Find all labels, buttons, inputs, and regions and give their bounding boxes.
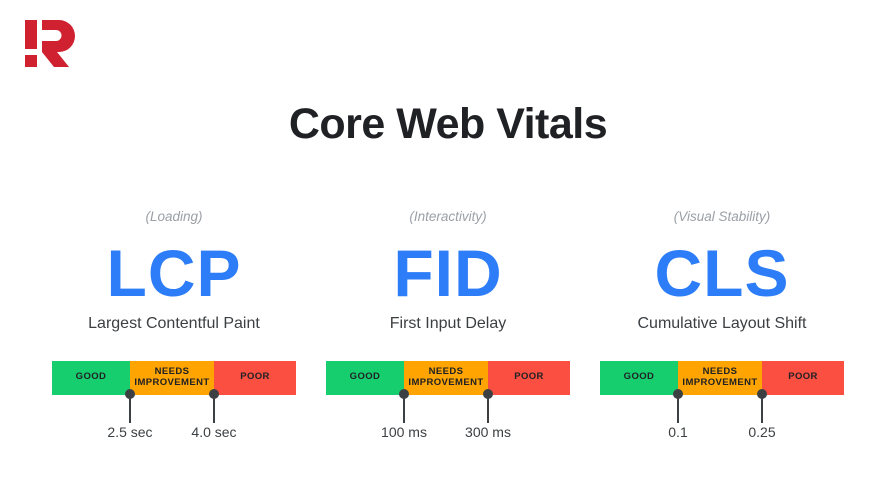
bar-segment-poor-lcp: POOR — [214, 360, 296, 395]
needs-improvement-line2: IMPROVEMENT — [408, 376, 484, 388]
metric-column-lcp: (Loading) LCP Largest Contentful Paint G… — [40, 210, 308, 463]
metrics-container: (Loading) LCP Largest Contentful Paint G… — [0, 210, 896, 463]
bar-segment-good-cls: GOOD — [600, 360, 678, 395]
marker-stem — [487, 396, 489, 423]
marker-stem — [677, 396, 679, 423]
needs-improvement-line1: NEEDS — [154, 365, 190, 377]
threshold-bar-lcp: GOOD NEEDS IMPROVEMENT POOR 2.5 sec 4.0 … — [52, 360, 296, 463]
metric-category-lcp: (Loading) — [145, 209, 203, 224]
marker-stem — [761, 396, 763, 423]
metric-fullname-cls: Cumulative Layout Shift — [637, 314, 807, 332]
metric-column-fid: (Interactivity) FID First Input Delay GO… — [314, 210, 582, 463]
needs-improvement-line2: IMPROVEMENT — [134, 376, 210, 388]
metric-fullname-fid: First Input Delay — [389, 314, 507, 332]
metric-column-cls: (Visual Stability) CLS Cumulative Layout… — [588, 210, 856, 463]
bar-segment-poor-fid: POOR — [488, 360, 570, 395]
needs-improvement-line1: NEEDS — [428, 365, 464, 377]
marker-stem — [403, 396, 405, 423]
needs-improvement-line1: NEEDS — [702, 365, 738, 377]
metric-acronym-lcp: LCP — [106, 235, 242, 310]
brand-logo — [24, 18, 80, 74]
metric-category-fid: (Interactivity) — [409, 209, 487, 224]
bar-segment-needs-improvement-cls: NEEDS IMPROVEMENT — [678, 360, 762, 395]
metric-category-cls: (Visual Stability) — [673, 209, 771, 224]
metric-acronym-cls: CLS — [654, 235, 790, 310]
bar-segment-good-fid: GOOD — [326, 360, 404, 395]
marker-stem — [129, 396, 131, 423]
bar-segment-needs-improvement-lcp: NEEDS IMPROVEMENT — [130, 360, 214, 395]
metric-acronym-fid: FID — [393, 235, 503, 310]
threshold-bar-cls: GOOD NEEDS IMPROVEMENT POOR 0.1 0.25 — [600, 360, 844, 463]
threshold-value-poor-min-cls: 0.25 — [748, 423, 776, 440]
threshold-bar-fid: GOOD NEEDS IMPROVEMENT POOR 100 ms 300 m… — [326, 360, 570, 463]
bar-segment-poor-cls: POOR — [762, 360, 844, 395]
bar-segments-fid: GOOD NEEDS IMPROVEMENT POOR — [326, 360, 570, 395]
metric-fullname-lcp: Largest Contentful Paint — [88, 314, 260, 332]
bar-segment-good-lcp: GOOD — [52, 360, 130, 395]
bar-segments-cls: GOOD NEEDS IMPROVEMENT POOR — [600, 360, 844, 395]
threshold-value-poor-min-lcp: 4.0 sec — [191, 423, 237, 440]
bar-segments-lcp: GOOD NEEDS IMPROVEMENT POOR — [52, 360, 296, 395]
page-title: Core Web Vitals — [288, 100, 608, 148]
bar-segment-needs-improvement-fid: NEEDS IMPROVEMENT — [404, 360, 488, 395]
needs-improvement-line2: IMPROVEMENT — [682, 376, 758, 388]
marker-stem — [213, 396, 215, 423]
threshold-value-poor-min-fid: 300 ms — [465, 423, 511, 440]
